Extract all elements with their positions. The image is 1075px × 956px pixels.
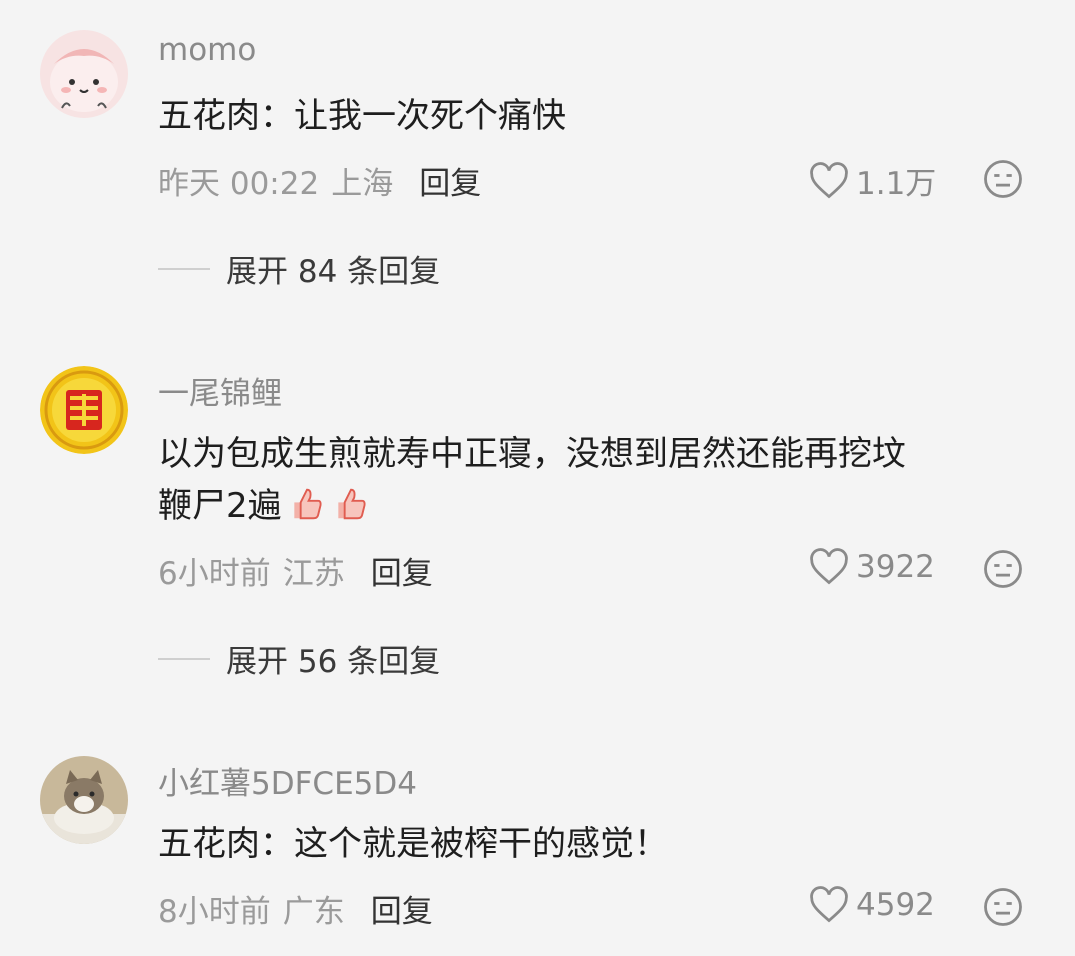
heart-outline-icon	[810, 886, 848, 923]
divider-line	[158, 657, 210, 660]
reply-button[interactable]: 回复	[371, 548, 433, 593]
avatar[interactable]	[40, 366, 128, 454]
comment-time: 昨天 00:22	[158, 166, 320, 202]
avatar-image	[40, 756, 128, 844]
expand-replies-label: 展开 56 条回复	[226, 644, 441, 680]
comment-text: 五花肉：让我一次死个痛快	[158, 96, 566, 136]
comment-meta: 6小时前 江苏 回复	[158, 548, 433, 593]
like-button[interactable]: 3922	[808, 548, 935, 586]
comment-meta: 昨天 00:22 上海 回复	[158, 158, 481, 203]
avatar-image	[40, 30, 128, 118]
comment-meta: 8小时前 广东 回复	[158, 886, 433, 931]
comment-text-line-2: 鞭尸2遍	[158, 480, 1028, 532]
like-button[interactable]: 4592	[808, 886, 935, 924]
username[interactable]: 一尾锦鲤	[158, 368, 282, 413]
comment-text-line: 以为包成生煎就寿中正寝，没想到居然还能再挖坟	[158, 434, 906, 474]
comment-text-line: 鞭尸2遍	[158, 486, 282, 526]
divider-line	[158, 267, 210, 270]
thumbs-up-emoji	[337, 488, 366, 520]
reply-button[interactable]: 回复	[419, 158, 481, 203]
comment-location: 上海	[331, 166, 394, 202]
comment-text: 以为包成生煎就寿中正寝，没想到居然还能再挖坟 鞭尸2遍	[158, 428, 1028, 532]
reply-button[interactable]: 回复	[371, 886, 433, 931]
heart-outline-icon	[810, 548, 848, 585]
meh-face-icon[interactable]	[982, 886, 1024, 928]
thumbs-up-emoji	[293, 488, 322, 520]
like-button[interactable]: 1.1万	[808, 158, 936, 203]
like-count: 1.1万	[856, 166, 937, 202]
comment-time: 6小时前	[158, 556, 271, 592]
avatar[interactable]	[40, 30, 128, 118]
expand-replies-button[interactable]: 展开 84 条回复	[158, 246, 440, 291]
avatar[interactable]	[40, 756, 128, 844]
meh-face-icon[interactable]	[982, 158, 1024, 200]
expand-replies-button[interactable]: 展开 56 条回复	[158, 636, 440, 681]
comment-time: 8小时前	[158, 894, 271, 930]
avatar-image	[40, 366, 128, 454]
heart-outline-icon	[810, 161, 848, 198]
meh-face-icon[interactable]	[982, 548, 1024, 590]
like-count: 4592	[856, 887, 935, 923]
username[interactable]: momo	[158, 32, 256, 68]
username[interactable]: 小红薯5DFCE5D4	[158, 758, 417, 803]
comment-location: 广东	[282, 894, 345, 930]
comment-text: 五花肉：这个就是被榨干的感觉！	[158, 824, 668, 864]
like-count: 3922	[856, 549, 935, 585]
comment-location: 江苏	[282, 556, 345, 592]
expand-replies-label: 展开 84 条回复	[226, 254, 441, 290]
